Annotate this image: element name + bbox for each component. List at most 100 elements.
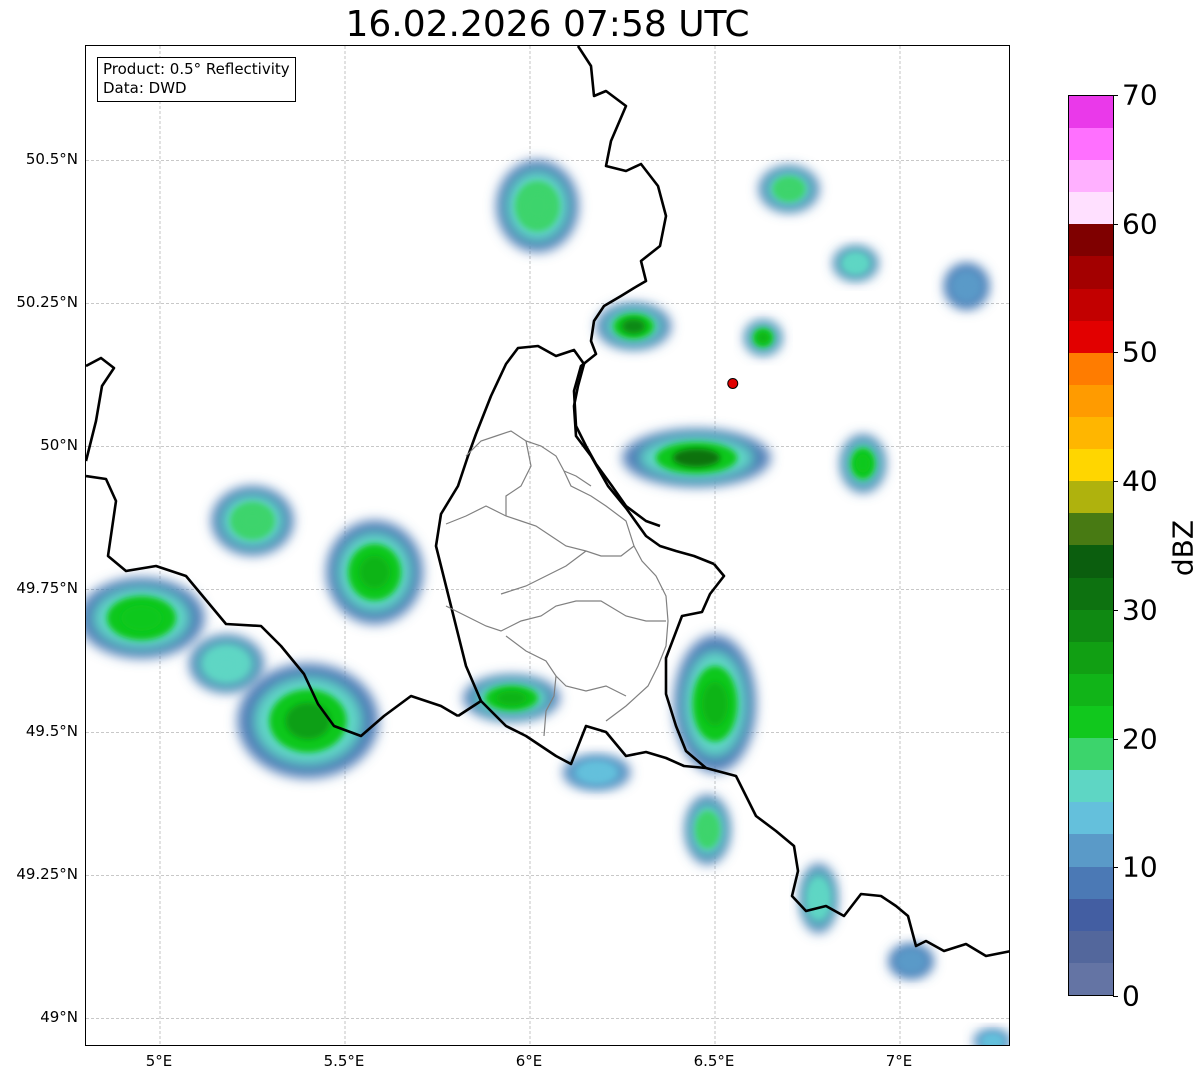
echo-contour (903, 955, 919, 967)
colorbar-segment (1069, 256, 1113, 289)
echo-cell (800, 863, 838, 933)
lon-tick-label: 5°E (145, 1052, 173, 1070)
lat-tick-label: 50°N (40, 436, 78, 455)
colorbar-tick-label: 0 (1122, 979, 1140, 1013)
echo-contour (285, 702, 331, 740)
colorbar-segment (1069, 866, 1113, 899)
colorbar-tick-label: 50 (1122, 335, 1158, 369)
echo-cell (86, 577, 205, 659)
colorbar-segment (1069, 417, 1113, 450)
colorbar-tick-label: 60 (1122, 207, 1158, 241)
radar-map-canvas (86, 46, 1009, 1045)
colorbar-tick-mark (1113, 738, 1118, 740)
echo-cell (833, 246, 878, 281)
echo-contour (701, 681, 729, 726)
echo-contour (848, 257, 863, 269)
echo-cell (840, 434, 886, 493)
radar-site-marker[interactable] (727, 377, 739, 389)
reflectivity-echoes (86, 160, 1009, 1045)
echo-cell (759, 166, 819, 212)
echo-contour (585, 766, 608, 778)
echo-cell (622, 429, 771, 487)
echo-contour (239, 509, 266, 532)
colorbar-segment (1069, 288, 1113, 321)
lat-tick-label: 49.75°N (16, 579, 78, 598)
border-germany-east (705, 766, 1009, 958)
colorbar-segment (1069, 898, 1113, 931)
colorbar-segment (1069, 834, 1113, 867)
colorbar-segment (1069, 513, 1113, 546)
echo-cell (326, 520, 423, 624)
product-label: Product: 0.5° Reflectivity (103, 60, 290, 78)
echo-contour (359, 555, 390, 589)
colorbar-tick-label: 70 (1122, 78, 1158, 112)
echo-cell (211, 486, 294, 556)
echo-contour (121, 605, 162, 631)
radar-site (727, 377, 739, 389)
border-belgium-france-west (86, 356, 116, 462)
product-info-box: Product: 0.5° Reflectivity Data: DWD (97, 57, 296, 102)
colorbar-segment (1069, 609, 1113, 642)
lon-tick-label: 5.5°E (323, 1052, 365, 1070)
lon-tick-label: 7°E (885, 1052, 913, 1070)
echo-cell (974, 1029, 1009, 1045)
colorbar-tick-label: 30 (1122, 593, 1158, 627)
colorbar-segment (1069, 930, 1113, 963)
colorbar-tick-mark (1113, 609, 1118, 611)
colorbar-segment (1069, 95, 1113, 129)
colorbar-tick-mark (1113, 481, 1118, 483)
lat-tick-label: 49.5°N (25, 722, 78, 741)
lon-tick-label: 6.5°E (693, 1052, 735, 1070)
colorbar-segment (1069, 673, 1113, 707)
district-line (505, 440, 532, 516)
colorbar-segment (1069, 962, 1113, 995)
echo-contour (959, 278, 974, 294)
colorbar-segment (1069, 770, 1113, 803)
echo-cell (888, 944, 934, 979)
echo-contour (986, 1037, 999, 1045)
colorbar-segment (1069, 352, 1113, 385)
colorbar-tick-label: 20 (1122, 722, 1158, 756)
echo-cell (189, 635, 264, 693)
echo-contour (672, 448, 721, 467)
map-title: 16.02.2026 07:58 UTC (345, 4, 750, 45)
radar-map[interactable] (85, 45, 1010, 1046)
data-source-label: Data: DWD (103, 79, 187, 97)
district-line (445, 505, 635, 557)
colorbar-segment (1069, 320, 1113, 353)
colorbar-segment (1069, 384, 1113, 418)
lat-tick-label: 50.25°N (16, 293, 78, 312)
echo-contour (855, 454, 871, 473)
colorbar-tick-label: 10 (1122, 850, 1158, 884)
colorbar (1068, 95, 1114, 996)
lat-tick-label: 49°N (40, 1008, 78, 1027)
colorbar-tick-mark (1113, 352, 1118, 354)
echo-contour (757, 332, 770, 344)
colorbar-tick-mark (1113, 223, 1118, 225)
echo-cell (496, 160, 579, 252)
colorbar-segment (1069, 224, 1113, 257)
colorbar-segment (1069, 802, 1113, 835)
colorbar-segment (1069, 192, 1113, 225)
echo-contour (496, 690, 527, 706)
colorbar-tick-mark (1113, 867, 1118, 869)
colorbar-tick-mark (1113, 95, 1118, 96)
lat-tick-label: 49.25°N (16, 865, 78, 884)
echo-contour (621, 318, 646, 334)
lat-tick-label: 50.5°N (25, 150, 78, 169)
colorbar-tick-mark (1113, 996, 1118, 997)
echo-contour (779, 181, 799, 197)
colorbar-label: dBZ (1166, 519, 1200, 577)
colorbar-segment (1069, 545, 1113, 578)
colorbar-segment (1069, 641, 1113, 674)
echo-cell (596, 303, 671, 350)
echo-contour (524, 191, 551, 221)
colorbar-segment (1069, 449, 1113, 482)
echo-contour (700, 818, 715, 841)
colorbar-segment (1069, 481, 1113, 514)
district-line (500, 550, 587, 595)
district-line (445, 600, 666, 632)
colorbar-segment (1069, 738, 1113, 771)
colorbar-segment (1069, 160, 1113, 193)
colorbar-segment (1069, 706, 1113, 739)
